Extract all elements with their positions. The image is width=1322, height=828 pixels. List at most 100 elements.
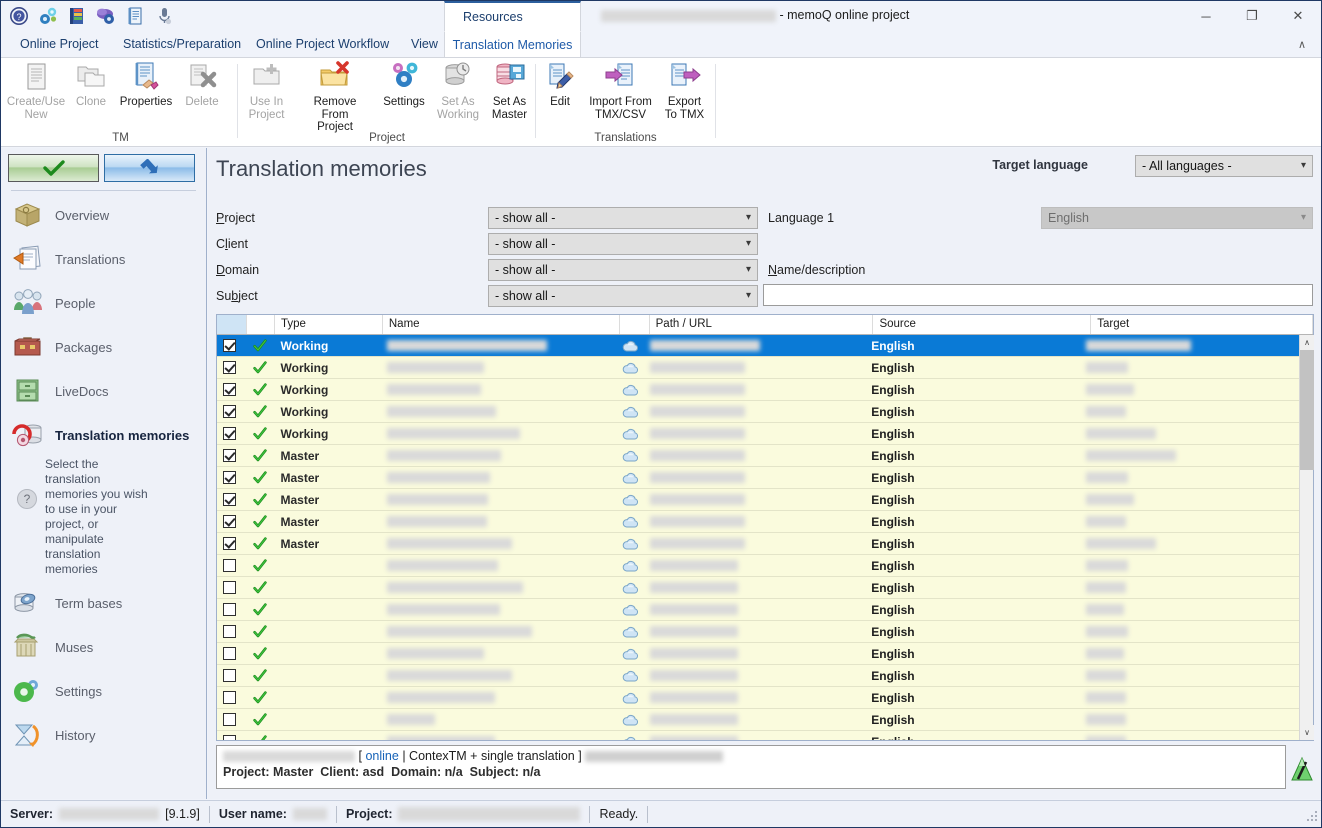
options-icon[interactable] (67, 6, 87, 26)
table-row[interactable]: English (217, 555, 1299, 577)
tab-online-project[interactable]: Online Project (8, 31, 111, 58)
row-checkbox-cell[interactable] (217, 379, 247, 400)
row-checkbox[interactable] (223, 713, 236, 726)
tab-view[interactable]: View (399, 31, 450, 58)
sidebar-item-people[interactable]: People (1, 281, 206, 325)
row-checkbox-cell[interactable] (217, 665, 247, 686)
column-header-path[interactable]: Path / URL (650, 315, 874, 334)
column-header-target[interactable]: Target (1091, 315, 1313, 334)
delete-button[interactable]: Delete (177, 58, 227, 126)
remove-from-project-button[interactable]: Remove FromProject (294, 58, 376, 126)
sidebar-item-overview[interactable]: Overview (1, 193, 206, 237)
edit-button[interactable]: Edit (537, 58, 583, 126)
table-row[interactable]: English (217, 731, 1299, 740)
row-checkbox[interactable] (223, 405, 236, 418)
table-row[interactable]: WorkingEnglish (217, 357, 1299, 379)
minimize-button[interactable]: ─ (1183, 1, 1229, 31)
table-row[interactable]: English (217, 621, 1299, 643)
target-language-select[interactable]: - All languages - ▾ (1135, 155, 1313, 177)
clone-button[interactable]: Clone (67, 58, 115, 126)
scroll-down-button[interactable]: ∨ (1300, 725, 1314, 740)
question-mark-icon[interactable]: ? (17, 489, 37, 509)
row-checkbox-cell[interactable] (217, 643, 247, 664)
row-checkbox[interactable] (223, 735, 236, 740)
filter-subject-select[interactable]: - show all - ▾ (488, 285, 758, 307)
table-row[interactable]: MasterEnglish (217, 467, 1299, 489)
document-icon[interactable] (125, 6, 145, 26)
table-row[interactable]: MasterEnglish (217, 533, 1299, 555)
close-button[interactable]: ✕ (1275, 1, 1321, 31)
filter-client-select[interactable]: - show all - ▾ (488, 233, 758, 255)
set-as-working-button[interactable]: Set AsWorking (432, 58, 484, 126)
row-checkbox[interactable] (223, 647, 236, 660)
row-checkbox[interactable] (223, 691, 236, 704)
collapse-ribbon-button[interactable]: ∧ (1291, 35, 1313, 53)
confirm-button[interactable] (8, 154, 99, 182)
use-in-project-button[interactable]: Use InProject (239, 58, 294, 126)
name-description-input[interactable] (763, 284, 1313, 306)
settings-button[interactable]: Settings (376, 58, 432, 126)
maximize-button[interactable]: ❐ (1229, 1, 1275, 31)
scroll-thumb[interactable] (1300, 350, 1314, 470)
table-row[interactable]: English (217, 643, 1299, 665)
tab-translation-memories[interactable]: Translation Memories (444, 31, 581, 58)
properties-button[interactable]: Properties (115, 58, 177, 126)
row-checkbox[interactable] (223, 427, 236, 440)
table-row[interactable]: English (217, 665, 1299, 687)
row-checkbox-cell[interactable] (217, 423, 247, 444)
tab-resources[interactable]: Resources (451, 4, 535, 31)
row-checkbox-cell[interactable] (217, 709, 247, 730)
resource-console-icon[interactable] (38, 6, 58, 26)
table-row[interactable]: MasterEnglish (217, 489, 1299, 511)
column-header-status[interactable] (247, 315, 275, 334)
sidebar-item-translation-memories[interactable]: Translation memories (1, 413, 206, 457)
table-row[interactable]: English (217, 599, 1299, 621)
table-row[interactable]: MasterEnglish (217, 511, 1299, 533)
server-admin-icon[interactable] (96, 6, 116, 26)
column-header-source[interactable]: Source (873, 315, 1091, 334)
row-checkbox[interactable] (223, 537, 236, 550)
row-checkbox[interactable] (223, 515, 236, 528)
sidebar-item-history[interactable]: History (1, 713, 206, 757)
sidebar-item-livedocs[interactable]: LiveDocs (1, 369, 206, 413)
set-as-master-button[interactable]: Set AsMaster (484, 58, 535, 126)
export-to-tmx-button[interactable]: ExportTo TMX (658, 58, 711, 126)
row-checkbox-cell[interactable] (217, 357, 247, 378)
scroll-up-button[interactable]: ∧ (1300, 335, 1314, 350)
row-checkbox-cell[interactable] (217, 467, 247, 488)
row-checkbox[interactable] (223, 383, 236, 396)
row-checkbox-cell[interactable] (217, 577, 247, 598)
column-header-type[interactable]: Type (275, 315, 383, 334)
filter-domain-select[interactable]: - show all - ▾ (488, 259, 758, 281)
row-checkbox[interactable] (223, 471, 236, 484)
deliver-button[interactable] (104, 154, 195, 182)
row-checkbox-cell[interactable] (217, 687, 247, 708)
row-checkbox-cell[interactable] (217, 445, 247, 466)
row-checkbox[interactable] (223, 581, 236, 594)
table-row[interactable]: WorkingEnglish (217, 401, 1299, 423)
table-row[interactable]: English (217, 577, 1299, 599)
row-checkbox[interactable] (223, 603, 236, 616)
table-row[interactable]: WorkingEnglish (217, 335, 1299, 357)
resize-grip[interactable] (1303, 809, 1317, 823)
table-row[interactable]: WorkingEnglish (217, 423, 1299, 445)
table-row[interactable]: MasterEnglish (217, 445, 1299, 467)
row-checkbox[interactable] (223, 339, 236, 352)
column-header-name[interactable]: Name (383, 315, 620, 334)
sidebar-item-term-bases[interactable]: Term bases (1, 581, 206, 625)
create-use-new-button[interactable]: Create/UseNew (5, 58, 67, 126)
tab-statistics-preparation[interactable]: Statistics/Preparation (111, 31, 253, 58)
language1-select[interactable]: English ▾ (1041, 207, 1313, 229)
row-checkbox[interactable] (223, 625, 236, 638)
row-checkbox-cell[interactable] (217, 335, 247, 356)
row-checkbox-cell[interactable] (217, 489, 247, 510)
row-checkbox-cell[interactable] (217, 511, 247, 532)
row-checkbox[interactable] (223, 669, 236, 682)
record-microphone-icon[interactable] (154, 6, 174, 26)
row-checkbox-cell[interactable] (217, 555, 247, 576)
filter-project-select[interactable]: - show all - ▾ (488, 207, 758, 229)
table-row[interactable]: WorkingEnglish (217, 379, 1299, 401)
row-checkbox-cell[interactable] (217, 533, 247, 554)
sidebar-item-translations[interactable]: Translations (1, 237, 206, 281)
row-checkbox[interactable] (223, 449, 236, 462)
